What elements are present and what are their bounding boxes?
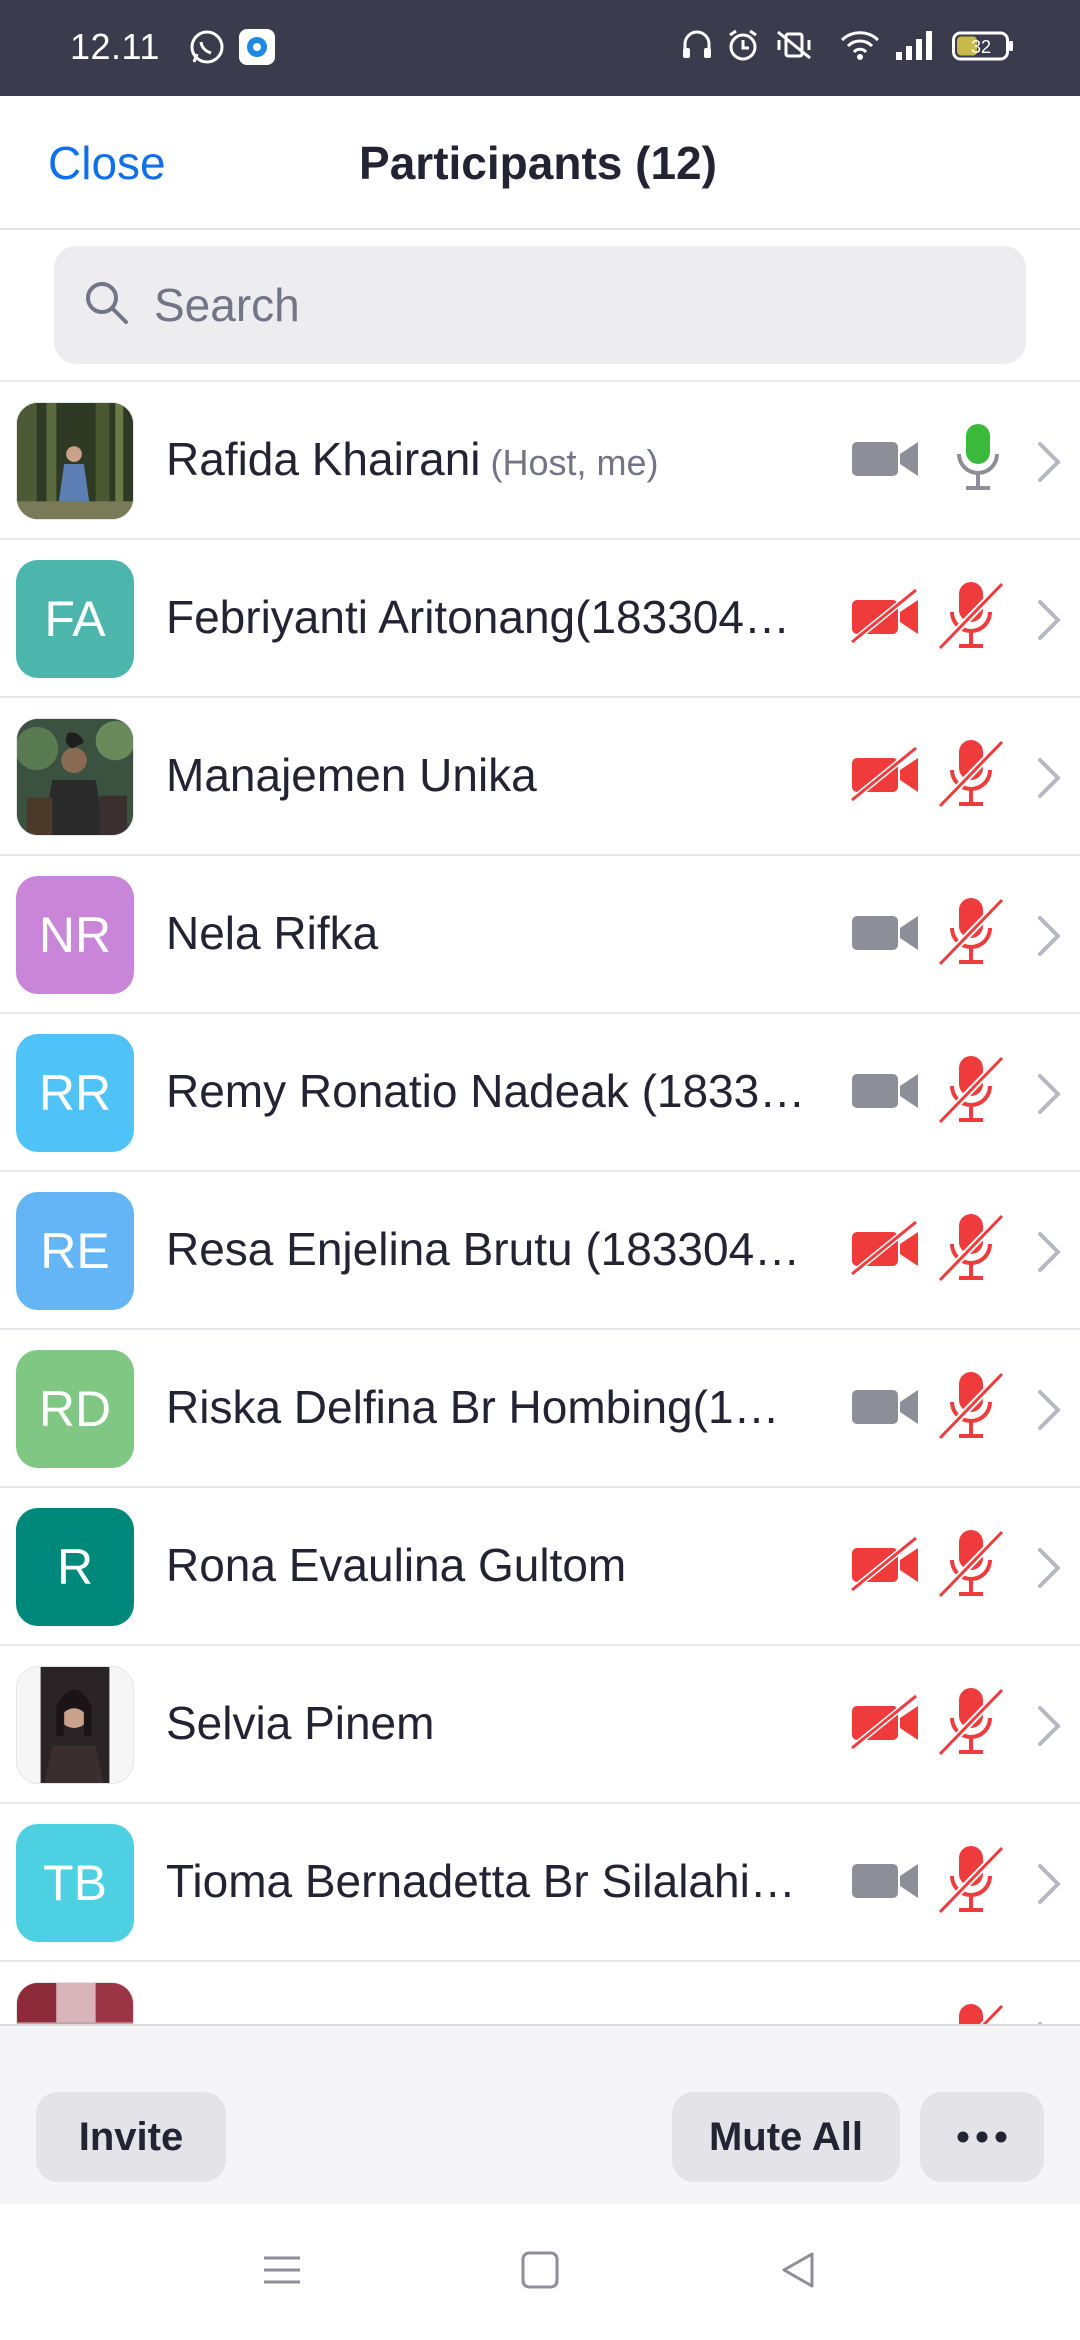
- avatar: NR: [16, 876, 134, 994]
- avatar: [16, 1982, 134, 2024]
- avatar: [16, 402, 134, 520]
- participant-row[interactable]: R Rona Evaulina Gultom: [0, 1488, 1080, 1646]
- participant-row[interactable]: RR Remy Ronatio Nadeak (1833…: [0, 1014, 1080, 1172]
- video-off-icon[interactable]: [850, 587, 920, 649]
- video-off-icon[interactable]: [850, 1693, 920, 1755]
- avatar: RR: [16, 1034, 134, 1152]
- search-input[interactable]: [154, 246, 994, 364]
- video-on-icon[interactable]: [850, 436, 920, 485]
- microphone-muted-icon[interactable]: [937, 1686, 1006, 1763]
- participant-name: Tioma Bernadetta Br Silalahi…: [166, 1855, 796, 1907]
- chevron-right-icon[interactable]: [1036, 598, 1062, 647]
- avatar: [16, 1666, 134, 1784]
- action-bar: Invite Mute All: [0, 2024, 1080, 2204]
- microphone-muted-icon[interactable]: [950, 2002, 1006, 2024]
- chevron-right-icon[interactable]: [1036, 440, 1062, 489]
- participant-name: Selvia Pinem: [166, 1697, 435, 1749]
- system-navigation-bar: [0, 2206, 1080, 2340]
- status-bar: 12.11 32: [0, 0, 1080, 96]
- alarm-icon: [726, 28, 760, 62]
- microphone-muted-icon[interactable]: [937, 1212, 1006, 1289]
- microphone-muted-icon[interactable]: [937, 896, 1006, 973]
- app-notification-icon: [238, 28, 276, 66]
- battery-icon: 32: [952, 30, 1014, 62]
- home-icon[interactable]: [520, 2250, 560, 2295]
- chevron-right-icon[interactable]: [1036, 1230, 1062, 1279]
- avatar: FA: [16, 560, 134, 678]
- chevron-right-icon[interactable]: [1036, 1704, 1062, 1753]
- video-on-icon[interactable]: [850, 1384, 920, 1433]
- back-icon[interactable]: [778, 2250, 818, 2295]
- headphones-icon: [680, 28, 714, 62]
- microphone-muted-icon[interactable]: [937, 1528, 1006, 1605]
- participant-row[interactable]: TB Tioma Bernadetta Br Silalahi…: [0, 1804, 1080, 1962]
- search-box[interactable]: [54, 246, 1026, 364]
- participant-list[interactable]: Rafida Khairani (Host, me) FA Febriyanti …: [0, 382, 1080, 2024]
- search-container: [0, 232, 1080, 382]
- microphone-muted-icon[interactable]: [937, 1844, 1006, 1921]
- participant-name: Riska Delfina Br Hombing(1…: [166, 1381, 780, 1433]
- participant-name: Resa Enjelina Brutu (183304…: [166, 1223, 801, 1275]
- participant-role: (Host, me): [490, 442, 659, 483]
- more-options-button[interactable]: [920, 2092, 1044, 2182]
- whatsapp-icon: [188, 28, 226, 66]
- participant-row[interactable]: FA Febriyanti Aritonang(183304…: [0, 540, 1080, 698]
- microphone-muted-icon[interactable]: [937, 580, 1006, 657]
- status-time: 12.11: [70, 26, 160, 67]
- participant-row[interactable]: NR Nela Rifka: [0, 856, 1080, 1014]
- microphone-muted-icon[interactable]: [937, 1370, 1006, 1447]
- chevron-right-icon[interactable]: [1036, 1072, 1062, 1121]
- video-on-icon[interactable]: [850, 1068, 920, 1117]
- mute-all-button[interactable]: Mute All: [672, 2092, 900, 2182]
- chevron-right-icon[interactable]: [1036, 1388, 1062, 1437]
- vibrate-off-icon: [774, 28, 814, 62]
- avatar: TB: [16, 1824, 134, 1942]
- participant-name: Rafida Khairani (Host, me): [166, 433, 659, 485]
- participant-name: Rona Evaulina Gultom: [166, 1539, 627, 1591]
- wifi-icon: [840, 28, 880, 62]
- header: Close Participants (12): [0, 96, 1080, 230]
- participant-name: Febriyanti Aritonang(183304…: [166, 591, 790, 643]
- video-off-icon[interactable]: [850, 745, 920, 807]
- avatar: [16, 718, 134, 836]
- chevron-right-icon[interactable]: [1036, 914, 1062, 963]
- participant-row[interactable]: Selvia Pinem: [0, 1646, 1080, 1804]
- participant-row[interactable]: RE Resa Enjelina Brutu (183304…: [0, 1172, 1080, 1330]
- avatar: RE: [16, 1192, 134, 1310]
- participant-row[interactable]: [0, 1962, 1080, 2024]
- microphone-muted-icon[interactable]: [937, 1054, 1006, 1131]
- search-icon: [82, 278, 132, 333]
- video-on-icon[interactable]: [850, 910, 920, 959]
- participant-row[interactable]: RD Riska Delfina Br Hombing(1…: [0, 1330, 1080, 1488]
- participant-row[interactable]: Rafida Khairani (Host, me): [0, 382, 1080, 540]
- battery-level: 32: [971, 37, 991, 57]
- video-off-icon[interactable]: [850, 1219, 920, 1281]
- signal-icon: [894, 28, 938, 62]
- avatar: RD: [16, 1350, 134, 1468]
- participant-name: Manajemen Unika: [166, 749, 537, 801]
- avatar: R: [16, 1508, 134, 1626]
- microphone-active-icon[interactable]: [950, 422, 1006, 499]
- participant-name: Nela Rifka: [166, 907, 379, 959]
- participant-name: Remy Ronatio Nadeak (1833…: [166, 1065, 806, 1117]
- video-on-icon[interactable]: [850, 1858, 920, 1907]
- chevron-right-icon[interactable]: [1036, 756, 1062, 805]
- chevron-right-icon[interactable]: [1036, 1862, 1062, 1911]
- participant-row[interactable]: Manajemen Unika: [0, 698, 1080, 856]
- menu-icon[interactable]: [262, 2250, 302, 2295]
- invite-button[interactable]: Invite: [36, 2092, 226, 2182]
- more-dots-icon: [957, 2131, 1007, 2143]
- video-off-icon[interactable]: [850, 1535, 920, 1597]
- chevron-right-icon[interactable]: [1036, 1546, 1062, 1595]
- microphone-muted-icon[interactable]: [937, 738, 1006, 815]
- page-title: Participants (12): [359, 137, 717, 189]
